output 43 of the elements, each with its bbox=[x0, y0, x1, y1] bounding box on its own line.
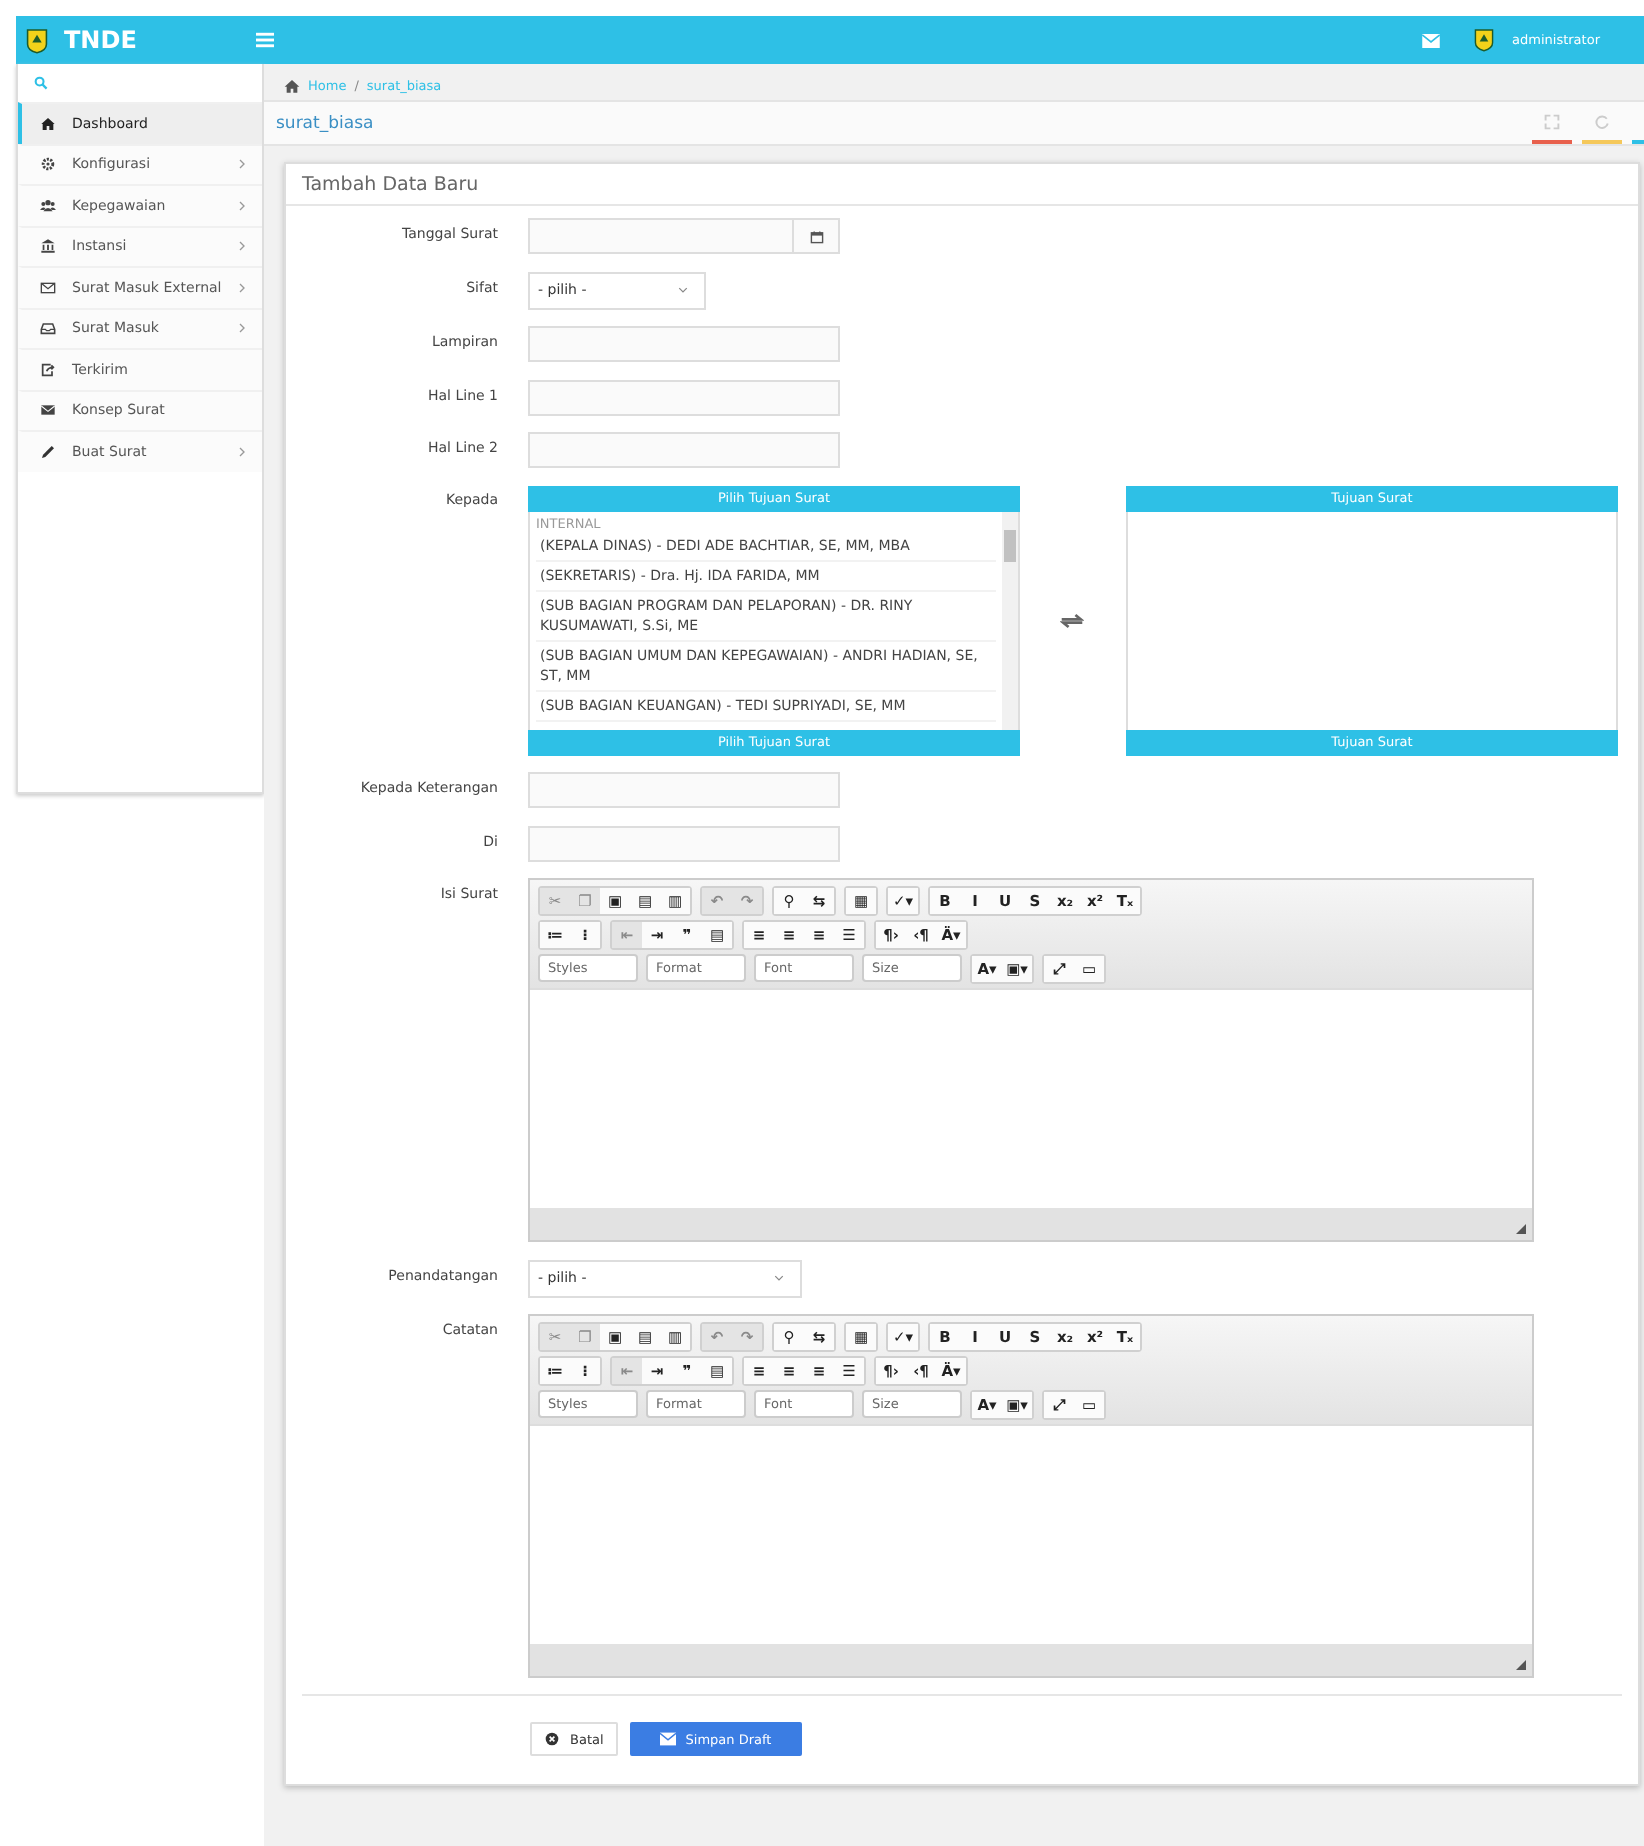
chevron-icon bbox=[678, 286, 688, 294]
chevron-icon bbox=[238, 445, 246, 458]
pencil-icon bbox=[40, 443, 56, 460]
card-title: Tambah Data Baru bbox=[302, 173, 479, 195]
home-icon bbox=[284, 77, 300, 93]
resize-handle-icon[interactable] bbox=[1516, 1660, 1526, 1670]
refresh-icon[interactable] bbox=[1594, 113, 1610, 129]
inbox-icon bbox=[40, 320, 56, 337]
calendar-icon[interactable] bbox=[809, 229, 823, 243]
search-icon bbox=[34, 76, 48, 90]
chevron-icon bbox=[238, 322, 246, 335]
emblem-icon[interactable] bbox=[1474, 28, 1495, 52]
bank-icon bbox=[40, 238, 56, 255]
listbox-area[interactable] bbox=[1126, 511, 1618, 729]
gear-icon bbox=[40, 156, 56, 173]
emblem-icon bbox=[26, 27, 48, 53]
input-field[interactable] bbox=[528, 379, 840, 415]
menu-icon[interactable] bbox=[256, 32, 274, 48]
resize-handle-icon[interactable] bbox=[1516, 1224, 1526, 1234]
chevron-icon bbox=[238, 199, 246, 212]
scrollbar[interactable] bbox=[1002, 511, 1018, 729]
users-icon bbox=[40, 197, 56, 214]
share-icon bbox=[40, 361, 56, 378]
envelope-icon bbox=[40, 402, 56, 419]
app-name: TNDE bbox=[64, 26, 137, 54]
input-field[interactable] bbox=[528, 825, 840, 861]
page-title: surat_biasa bbox=[276, 113, 376, 133]
date-field[interactable] bbox=[528, 218, 840, 254]
chevron-icon bbox=[238, 240, 246, 253]
swap-arrows-icon[interactable] bbox=[1060, 611, 1084, 629]
envelope-icon bbox=[40, 279, 56, 296]
chevron-icon bbox=[774, 1274, 784, 1282]
search-field[interactable] bbox=[18, 64, 262, 102]
envelope-icon[interactable] bbox=[1422, 33, 1441, 47]
envelope-icon bbox=[659, 1732, 676, 1746]
input-field[interactable] bbox=[528, 326, 840, 362]
chevron-icon bbox=[238, 281, 246, 294]
close-icon bbox=[544, 1732, 560, 1746]
home-icon bbox=[40, 115, 56, 132]
chevron-icon bbox=[238, 158, 246, 171]
input-field[interactable] bbox=[528, 772, 840, 808]
input-field[interactable] bbox=[528, 432, 840, 468]
expand-icon[interactable] bbox=[1544, 113, 1560, 129]
